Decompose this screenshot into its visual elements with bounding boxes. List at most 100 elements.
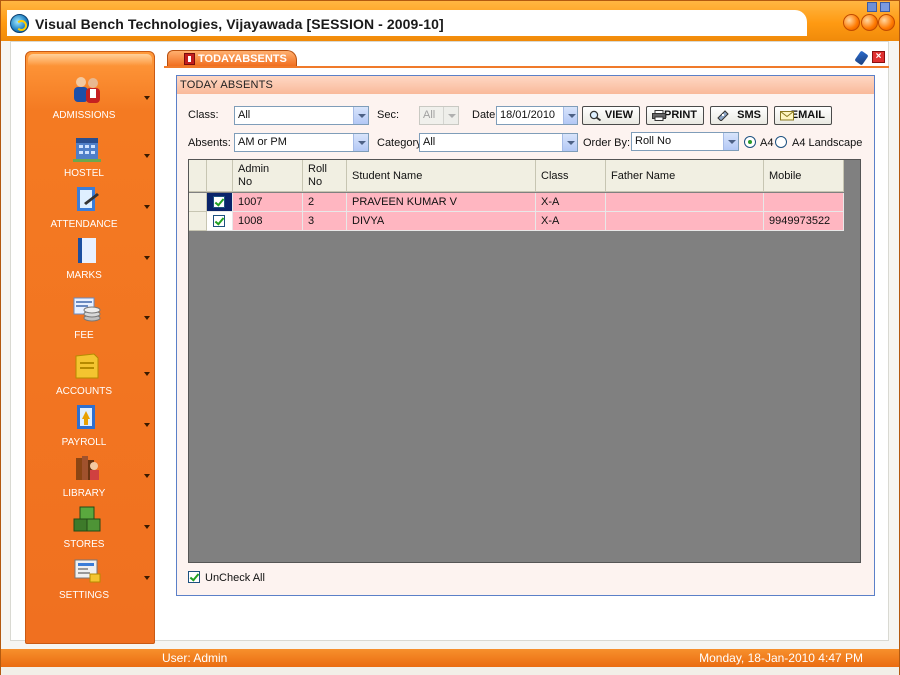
app-window: Visual Bench Technologies, Vijayawada [S… xyxy=(0,0,900,675)
close-button[interactable] xyxy=(878,14,895,31)
column-header-class[interactable]: Class xyxy=(536,160,606,192)
cell-roll-no[interactable]: 2 xyxy=(303,193,347,212)
chevron-down-icon[interactable] xyxy=(144,256,150,260)
cell-admin-no[interactable]: 1007 xyxy=(233,193,303,212)
app-logo-icon xyxy=(10,14,29,33)
chevron-down-icon[interactable] xyxy=(144,525,150,529)
sidebar-item-label: PAYROLL xyxy=(61,437,107,448)
class-select-value: All xyxy=(238,109,251,121)
row-header[interactable] xyxy=(189,193,207,212)
chevron-down-icon[interactable] xyxy=(144,423,150,427)
absents-select[interactable]: AM or PM xyxy=(234,133,369,152)
sidebar-item-marks[interactable]: MARKS xyxy=(26,234,156,284)
date-value: 18/01/2010 xyxy=(500,109,556,121)
cell-student-name[interactable]: DIVYA xyxy=(347,212,536,231)
sms-button[interactable]: SMS xyxy=(710,106,768,125)
chevron-down-icon[interactable] xyxy=(144,96,150,100)
orderby-select[interactable]: Roll No xyxy=(631,132,739,151)
view-button[interactable]: VIEW xyxy=(582,106,640,125)
row-checkbox[interactable] xyxy=(213,196,225,208)
chevron-down-icon[interactable] xyxy=(563,107,577,124)
absents-label: Absents: xyxy=(188,137,231,149)
accounts-icon xyxy=(75,353,99,379)
column-header-admin-no[interactable]: Admin No xyxy=(233,160,303,192)
tab-today-absents[interactable]: TODAYABSENTS xyxy=(167,50,297,67)
window-title: Visual Bench Technologies, Vijayawada [S… xyxy=(35,16,444,32)
sidebar-item-payroll[interactable]: PAYROLL xyxy=(26,401,156,451)
column-header-student-name[interactable]: Student Name xyxy=(347,160,536,192)
sidebar-item-fee[interactable]: FEE xyxy=(26,294,156,344)
mini-minimize-icon[interactable] xyxy=(867,2,877,12)
uncheck-all-label[interactable]: UnCheck All xyxy=(205,572,265,584)
chevron-down-icon[interactable] xyxy=(144,316,150,320)
grid-header: Admin No Roll No Student Name Class Fath… xyxy=(189,160,844,192)
cell-father-name[interactable] xyxy=(606,193,764,212)
chevron-down-icon[interactable] xyxy=(144,474,150,478)
check-column-header xyxy=(207,160,233,192)
status-datetime: Monday, 18-Jan-2010 4:47 PM xyxy=(699,651,863,665)
bottom-strip xyxy=(1,667,899,675)
title-bar[interactable]: Visual Bench Technologies, Vijayawada [S… xyxy=(1,1,899,41)
tab-underline xyxy=(164,66,889,68)
chevron-down-icon[interactable] xyxy=(443,107,458,124)
cell-admin-no[interactable]: 1008 xyxy=(233,212,303,231)
a4-landscape-radio[interactable] xyxy=(775,136,787,148)
fee-icon xyxy=(73,297,101,322)
sidebar-item-stores[interactable]: STORES xyxy=(26,503,156,553)
chevron-down-icon[interactable] xyxy=(144,154,150,158)
uncheck-all-checkbox[interactable] xyxy=(188,571,200,583)
chevron-down-icon[interactable] xyxy=(353,107,368,124)
minimize-button[interactable] xyxy=(843,14,860,31)
row-checkbox[interactable] xyxy=(213,215,225,227)
sidebar-item-settings[interactable]: SETTINGS xyxy=(26,554,156,604)
chevron-down-icon[interactable] xyxy=(723,133,738,150)
chevron-down-icon[interactable] xyxy=(144,205,150,209)
sidebar-item-admissions[interactable]: ADMISSIONS xyxy=(26,74,156,124)
chevron-down-icon[interactable] xyxy=(144,576,150,580)
row-check-cell[interactable] xyxy=(207,193,233,212)
cell-class[interactable]: X-A xyxy=(536,193,606,212)
table-row[interactable]: 1008 3 DIVYA X-A 9949973522 xyxy=(189,212,844,231)
cell-class[interactable]: X-A xyxy=(536,212,606,231)
row-header-corner xyxy=(189,160,207,192)
column-header-roll-no[interactable]: Roll No xyxy=(303,160,347,192)
sidebar-item-label: SETTINGS xyxy=(58,590,109,601)
header-text: No xyxy=(238,176,253,188)
close-tab-icon[interactable]: × xyxy=(872,51,885,63)
chevron-down-icon[interactable] xyxy=(144,372,150,376)
mini-close-icon[interactable] xyxy=(880,2,890,12)
sidebar-sheen xyxy=(28,54,152,66)
sidebar-item-library[interactable]: LIBRARY xyxy=(26,452,156,502)
cell-mobile[interactable]: 9949973522 xyxy=(764,212,844,231)
email-button[interactable]: EMAIL xyxy=(774,106,832,125)
table-row[interactable]: 1007 2 PRAVEEN KUMAR V X-A xyxy=(189,193,844,212)
date-picker[interactable]: 18/01/2010 xyxy=(496,106,578,125)
chevron-down-icon[interactable] xyxy=(562,134,577,151)
chevron-down-icon[interactable] xyxy=(353,134,368,151)
maximize-button[interactable] xyxy=(861,14,878,31)
panel-header: TODAY ABSENTS xyxy=(177,76,874,94)
category-select[interactable]: All xyxy=(419,133,578,152)
cell-father-name[interactable] xyxy=(606,212,764,231)
row-check-cell[interactable] xyxy=(207,212,233,231)
cell-roll-no[interactable]: 3 xyxy=(303,212,347,231)
sidebar-item-accounts[interactable]: ACCOUNTS xyxy=(26,350,156,400)
document-icon xyxy=(184,53,195,65)
class-select[interactable]: All xyxy=(234,106,369,125)
column-header-mobile[interactable]: Mobile xyxy=(764,160,844,192)
header-text: Roll xyxy=(308,163,327,175)
sec-select[interactable]: All xyxy=(419,106,459,125)
sidebar-item-hostel[interactable]: HOSTEL xyxy=(26,132,156,182)
sidebar-item-attendance[interactable]: ATTENDANCE xyxy=(26,183,156,233)
cell-student-name[interactable]: PRAVEEN KUMAR V xyxy=(347,193,536,212)
row-header[interactable] xyxy=(189,212,207,231)
column-header-father-name[interactable]: Father Name xyxy=(606,160,764,192)
sidebar-item-label: ACCOUNTS xyxy=(55,386,113,397)
phone-icon xyxy=(717,110,729,121)
print-button[interactable]: PRINT xyxy=(646,106,704,125)
absents-grid[interactable]: Admin No Roll No Student Name Class Fath… xyxy=(188,159,861,563)
print-button-label: PRINT xyxy=(664,109,697,121)
sidebar: ADMISSIONS HOSTEL ATTENDANCE MARKS FEE A… xyxy=(25,51,155,644)
a4-radio[interactable] xyxy=(744,136,756,148)
cell-mobile[interactable] xyxy=(764,193,844,212)
